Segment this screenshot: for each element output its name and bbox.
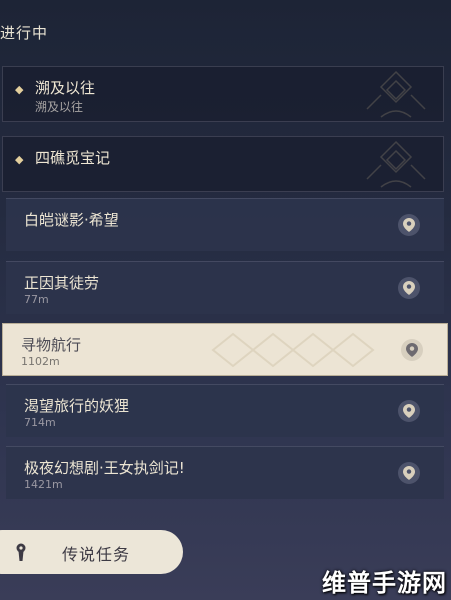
diamond-icon: ◆ <box>15 153 24 166</box>
diamond-icon: ◆ <box>15 83 24 96</box>
quest-name: 正因其徒劳 <box>24 274 100 292</box>
quest-distance: 714m <box>24 416 56 429</box>
quest-item-3-selected[interactable]: 寻物航行 1102m <box>2 323 448 376</box>
map-pin-icon[interactable] <box>398 400 420 422</box>
group-subtitle: 溯及以往 <box>35 100 84 114</box>
map-pin-icon[interactable] <box>398 277 420 299</box>
emblem-icon <box>366 70 426 118</box>
quest-name: 白皑谜影·希望 <box>24 211 119 229</box>
legend-quest-button[interactable]: 传说任务 <box>0 530 183 574</box>
group-title: 四礁觅宝记 <box>35 149 111 167</box>
quest-distance: 77m <box>24 293 49 306</box>
quest-item-2[interactable]: 正因其徒劳 77m <box>6 261 444 314</box>
map-pin-icon[interactable] <box>398 214 420 236</box>
group-title: 溯及以往 <box>35 79 96 97</box>
quest-item-4[interactable]: 渴望旅行的妖狸 714m <box>6 384 444 437</box>
legend-quest-label: 传说任务 <box>62 545 131 564</box>
quest-name: 极夜幻想剧·王女执剑记! <box>24 459 185 477</box>
map-pin-icon[interactable] <box>398 462 420 484</box>
section-title-in-progress: 进行中 <box>0 24 49 42</box>
quest-item-5[interactable]: 极夜幻想剧·王女执剑记! 1421m <box>6 446 444 499</box>
watermark: 维普手游网 <box>322 569 447 597</box>
ornament-pattern <box>211 332 375 368</box>
quest-distance: 1102m <box>21 355 60 368</box>
quest-name: 渴望旅行的妖狸 <box>24 397 130 415</box>
quest-name: 寻物航行 <box>21 336 82 354</box>
emblem-icon <box>366 140 426 188</box>
quest-item-1[interactable]: 白皑谜影·希望 <box>6 198 444 251</box>
quest-distance: 1421m <box>24 478 63 491</box>
quest-group-1[interactable]: ◆ 溯及以往 溯及以往 <box>2 66 444 122</box>
keyhole-icon <box>10 541 32 563</box>
quest-group-2[interactable]: ◆ 四礁觅宝记 <box>2 136 444 192</box>
map-pin-icon[interactable] <box>401 339 423 361</box>
